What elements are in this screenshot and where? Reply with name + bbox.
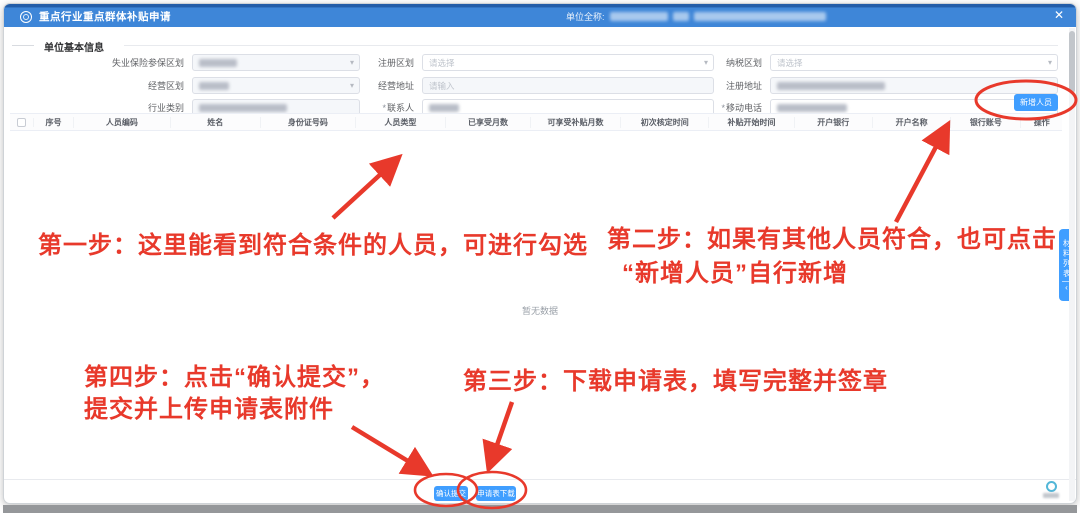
modal-title: 重点行业重点群体补贴申请 xyxy=(39,11,171,23)
field-insurance-area: 失业保险参保区划 ▾ xyxy=(12,54,360,71)
masked-value xyxy=(199,103,287,112)
masked-value xyxy=(777,103,847,112)
field-label: 失业保险参保区划 xyxy=(111,58,184,68)
col-subsidy-start-time: 补贴开始时间 xyxy=(709,116,795,128)
col-id-number: 身份证号码 xyxy=(261,116,356,128)
annotation-step3: 第三步：下载申请表，填写完整并签章 xyxy=(463,368,888,395)
footer-divider xyxy=(4,479,1076,480)
col-months-enjoyed: 已享受月数 xyxy=(446,116,532,128)
col-person-code: 人员编码 xyxy=(74,116,171,128)
section-rule xyxy=(124,45,1058,46)
field-tax-area: 纳税区划 请选择 ▾ xyxy=(659,54,1058,71)
annotation-step2-line2: “新增人员”自行新增 xyxy=(622,260,848,287)
company-name-masked xyxy=(693,12,826,21)
col-person-type: 人员类型 xyxy=(356,116,446,128)
field-register-area: 注册区划 请选择 ▾ xyxy=(314,54,714,71)
modal-titlebar: 重点行业重点群体补贴申请 单位全称: ✕ xyxy=(4,4,1076,27)
masked-value xyxy=(199,58,237,67)
scrollbar-track[interactable] xyxy=(1069,28,1075,501)
page-bottom-strip xyxy=(3,505,1077,513)
section-dash xyxy=(12,45,34,46)
masked-value xyxy=(429,103,459,112)
close-icon[interactable]: ✕ xyxy=(1054,8,1064,22)
select-all-cell xyxy=(10,117,34,127)
field-label: 经营区划 xyxy=(147,81,184,91)
field-business-area: 经营区划 ▾ xyxy=(12,77,360,94)
collapse-icon: ‹ xyxy=(1065,282,1068,292)
table-empty-text: 暂无数据 xyxy=(521,306,558,316)
help-ring-icon xyxy=(1045,481,1057,492)
col-first-verify-time: 初次核定时间 xyxy=(621,116,710,128)
add-person-button[interactable]: 新增人员 xyxy=(1014,94,1058,111)
placeholder-text: 请输入 xyxy=(429,80,455,91)
col-name: 姓名 xyxy=(171,116,261,128)
registered-address-input[interactable] xyxy=(770,77,1058,94)
col-months-available: 可享受补贴月数 xyxy=(531,116,622,128)
annotation-step1: 第一步：这里能看到符合条件的人员，可进行勾选 xyxy=(38,232,588,259)
required-mark: * xyxy=(721,103,725,113)
annotation-step4-line1: 第四步：点击“确认提交”， xyxy=(84,364,385,391)
scrollbar-thumb[interactable] xyxy=(1069,31,1075,93)
col-bank-account: 银行账号 xyxy=(951,116,1022,128)
tax-area-select[interactable]: 请选择 ▾ xyxy=(770,54,1058,71)
screenshot-stage: 重点行业重点群体补贴申请 单位全称: ✕ 单位基本信息 失业保险参保区划 ▾ 注… xyxy=(0,0,1080,513)
select-all-checkbox[interactable] xyxy=(17,117,26,127)
masked-value xyxy=(777,81,885,90)
annotation-step2-line1: 第二步：如果有其他人员符合，也可点击 xyxy=(607,226,1057,253)
float-widget-label-masked xyxy=(1043,493,1059,498)
col-operation: 操作 xyxy=(1033,117,1050,127)
col-account-name: 开户名称 xyxy=(873,116,952,128)
required-mark: * xyxy=(382,103,386,113)
col-seq: 序号 xyxy=(34,116,75,128)
placeholder-text: 请选择 xyxy=(777,57,803,68)
field-business-address: 经营地址 请输入 xyxy=(314,77,714,94)
section-title: 单位基本信息 xyxy=(44,43,104,54)
chevron-down-icon: ▾ xyxy=(1047,58,1052,67)
field-label: 注册区划 xyxy=(377,58,414,68)
annotation-step4-line2: 提交并上传申请表附件 xyxy=(84,396,334,423)
placeholder-text: 请选择 xyxy=(429,57,455,68)
field-label: 注册地址 xyxy=(725,81,762,91)
company-name-label: 单位全称: xyxy=(566,12,605,22)
table-header-row: 序号 人员编码 姓名 身份证号码 人员类型 已享受月数 可享受补贴月数 初次核定… xyxy=(10,113,1062,131)
float-widget[interactable] xyxy=(1040,481,1062,498)
field-label: 经营地址 xyxy=(377,81,414,91)
app-logo-icon xyxy=(20,10,32,23)
download-form-button[interactable]: 申请表下载 xyxy=(476,486,516,501)
field-registered-address: 注册地址 xyxy=(659,77,1058,94)
field-label: 纳税区划 xyxy=(725,58,762,68)
company-name-area: 单位全称: xyxy=(566,10,826,23)
company-name-masked xyxy=(672,12,689,21)
masked-value xyxy=(199,81,229,90)
company-name-masked xyxy=(609,12,668,21)
col-bank: 开户银行 xyxy=(795,116,873,128)
confirm-submit-button[interactable]: 确认提交 xyxy=(434,486,468,501)
